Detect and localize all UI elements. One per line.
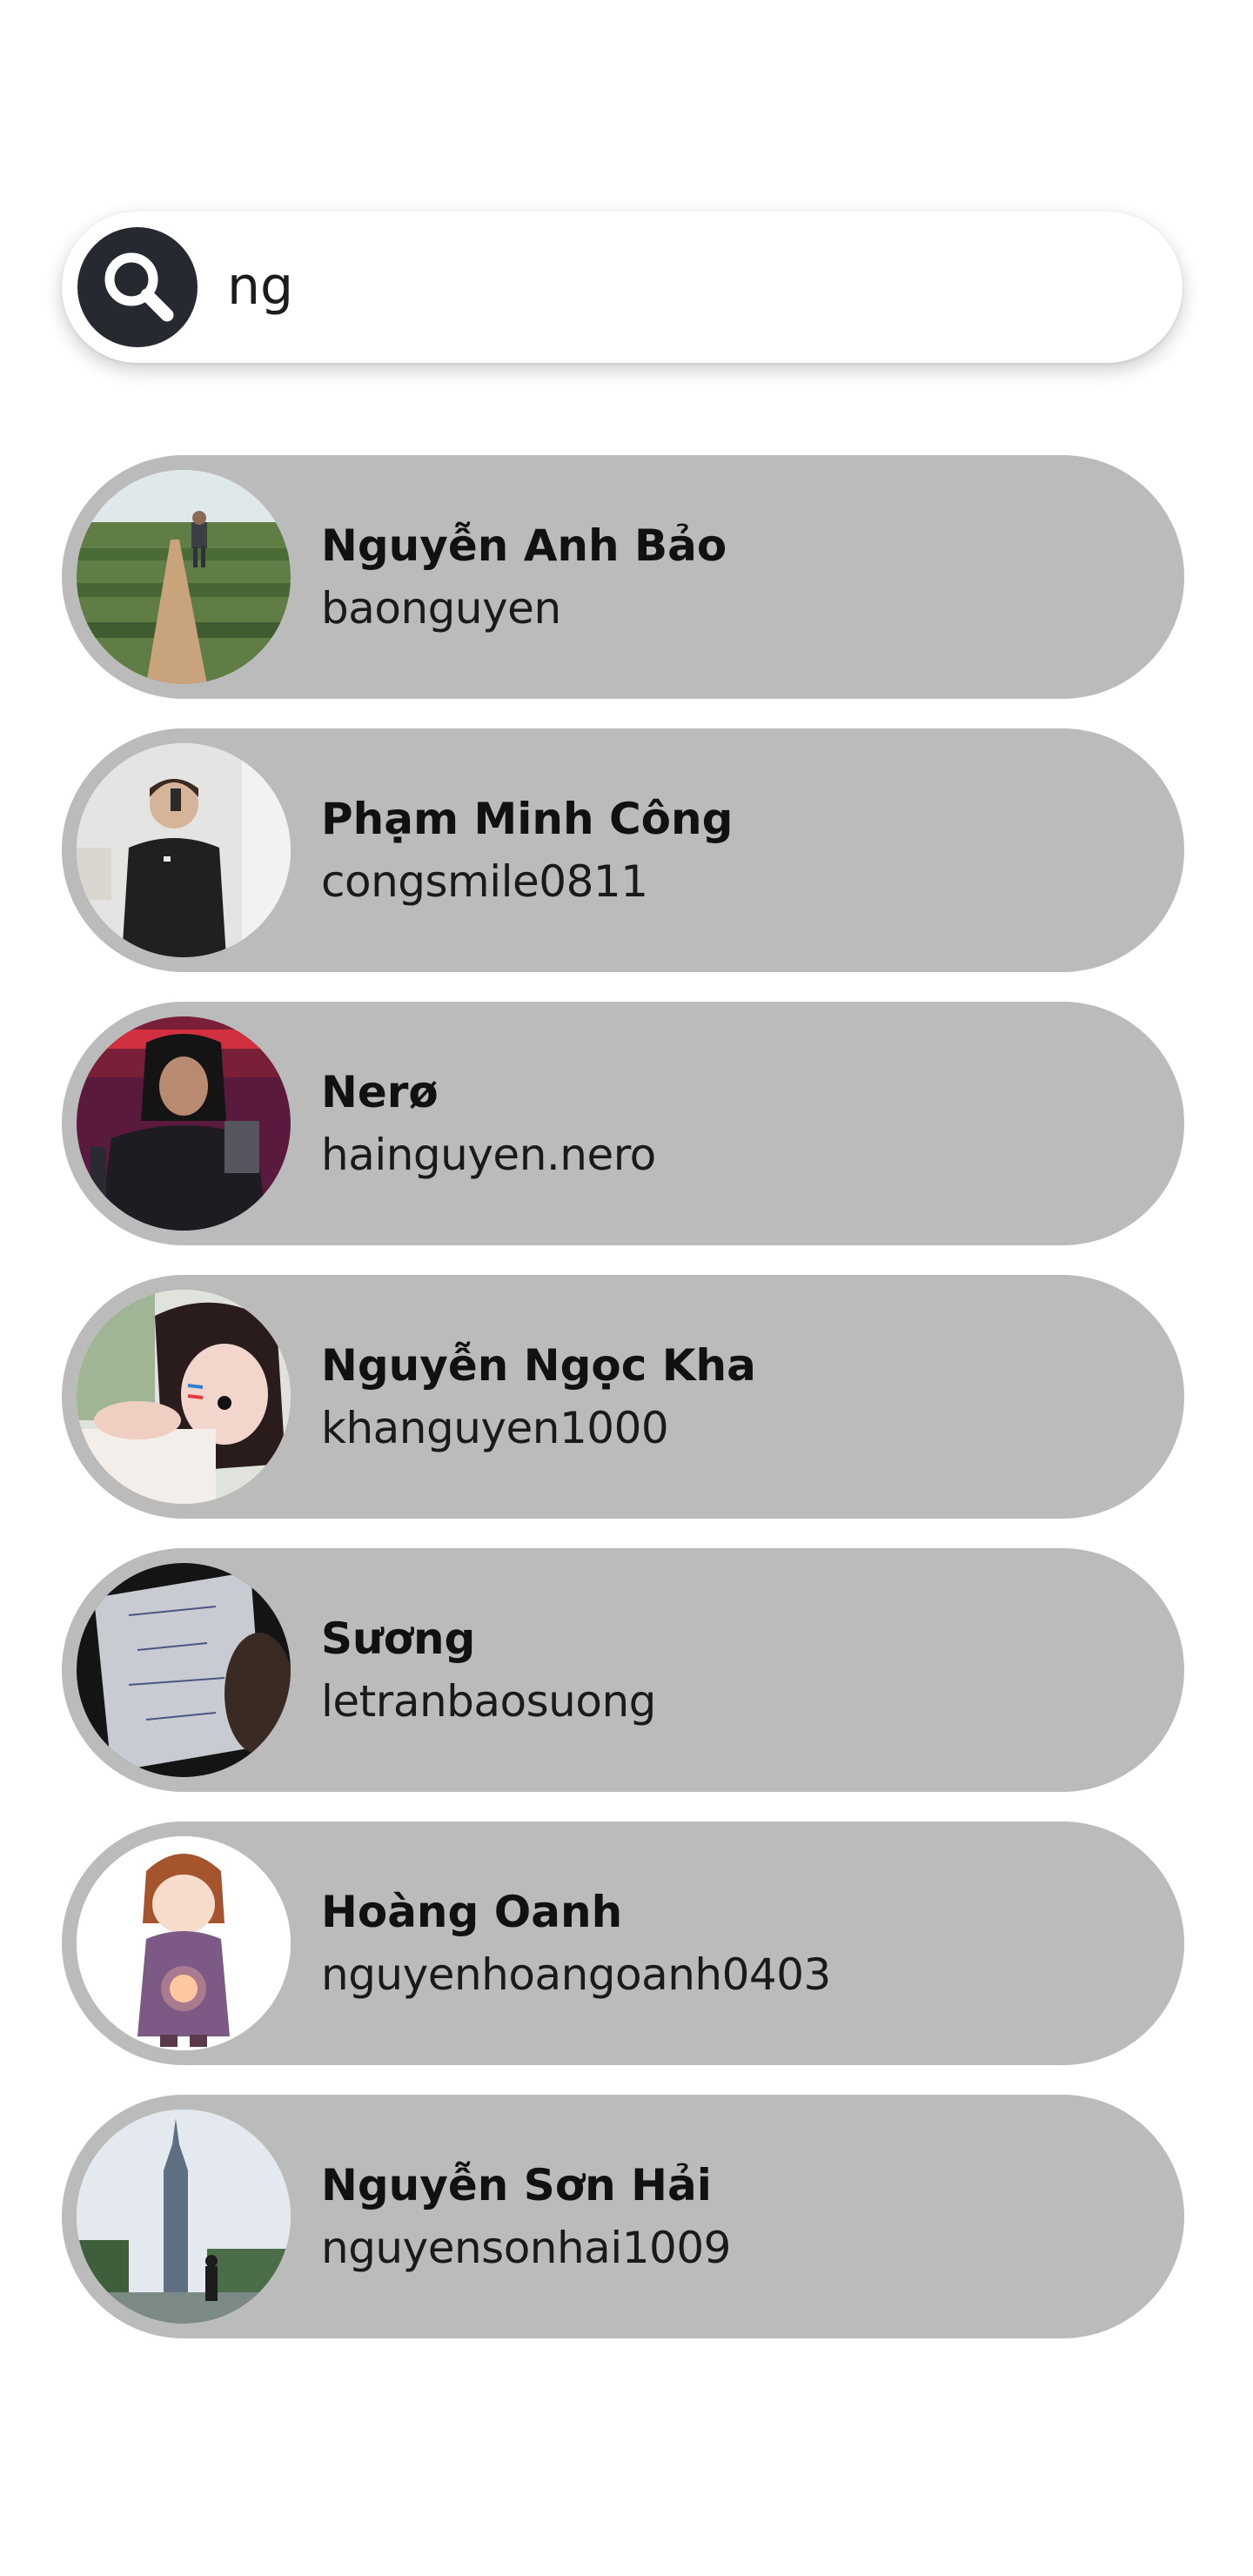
search-input[interactable]: [227, 246, 1149, 326]
avatar: [77, 1563, 291, 1777]
user-result-item[interactable]: Nguyễn Anh Bảo baonguyen: [62, 455, 1184, 699]
avatar: [77, 1016, 291, 1231]
user-result-item[interactable]: Hoàng Oanh nguyenhoangoanh0403: [62, 1821, 1184, 2065]
user-display-name: Nerø: [321, 1067, 439, 1117]
avatar: [77, 743, 291, 957]
user-result-item[interactable]: Phạm Minh Công congsmile0811: [62, 728, 1184, 972]
avatar: [77, 1290, 291, 1504]
search-results-list: Nguyễn Anh Bảo baonguyen Phạm Minh Công …: [62, 455, 1184, 2368]
user-username: khanguyen1000: [321, 1403, 669, 1453]
avatar: [77, 1836, 291, 2050]
user-result-item[interactable]: Nerø hainguyen.nero: [62, 1002, 1184, 1245]
user-display-name: Nguyễn Ngọc Kha: [321, 1340, 756, 1391]
user-username: congsmile0811: [321, 856, 648, 907]
user-result-item[interactable]: Nguyễn Sơn Hải nguyensonhai1009: [62, 2095, 1184, 2338]
user-username: nguyenhoangoanh0403: [321, 1949, 831, 2000]
user-username: letranbaosuong: [321, 1676, 656, 1727]
avatar: [77, 470, 291, 684]
search-bar: [62, 211, 1183, 363]
search-icon[interactable]: [77, 227, 198, 347]
user-result-item[interactable]: Sương letranbaosuong: [62, 1548, 1184, 1792]
user-username: nguyensonhai1009: [321, 2223, 731, 2273]
avatar: [77, 2110, 291, 2324]
user-display-name: Phạm Minh Công: [321, 794, 734, 844]
user-display-name: Sương: [321, 1613, 476, 1664]
user-display-name: Hoàng Oanh: [321, 1887, 623, 1937]
user-display-name: Nguyễn Sơn Hải: [321, 2160, 712, 2210]
user-username: baonguyen: [321, 583, 561, 634]
user-username: hainguyen.nero: [321, 1130, 656, 1180]
user-display-name: Nguyễn Anh Bảo: [321, 520, 727, 571]
user-result-item[interactable]: Nguyễn Ngọc Kha khanguyen1000: [62, 1275, 1184, 1519]
